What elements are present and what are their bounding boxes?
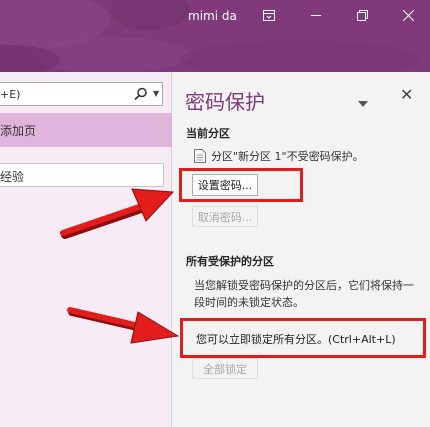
lock-now-highlight	[180, 318, 426, 358]
add-page-button[interactable]: 添加页	[0, 113, 172, 147]
search-icon[interactable]	[134, 87, 148, 104]
page-title: 经验	[0, 170, 25, 184]
page-title-field[interactable]: 经验	[0, 163, 164, 187]
ribbon-display-options-icon[interactable]	[255, 4, 283, 26]
chevron-down-icon[interactable]: ▼	[153, 89, 159, 98]
restore-icon[interactable]	[348, 4, 376, 26]
section-document-icon	[194, 149, 206, 163]
title-bar: mimi da	[0, 0, 430, 72]
current-section-status: 分区"新分区 1"不受密码保护。	[194, 148, 364, 164]
close-icon[interactable]	[394, 4, 422, 26]
current-section-status-text: 分区"新分区 1"不受密码保护。	[211, 150, 364, 163]
current-section-header: 当前分区	[186, 127, 230, 140]
user-name[interactable]: mimi da	[188, 9, 237, 23]
pane-options-icon[interactable]	[358, 92, 368, 111]
search-input[interactable]: +E) ▼	[0, 82, 163, 106]
password-protection-pane: 密码保护 ✕ 当前分区 分区"新分区 1"不受密码保护。 设置密码... 取消密…	[172, 72, 430, 427]
page-list-pane: +E) ▼ 添加页 经验	[0, 72, 172, 427]
pane-close-icon[interactable]: ✕	[400, 85, 413, 104]
minimize-icon[interactable]	[302, 4, 330, 26]
search-hint: +E)	[0, 88, 21, 101]
lock-all-button: 全部锁定	[192, 358, 258, 379]
all-protected-sections-header: 所有受保护的分区	[186, 255, 274, 268]
set-password-highlight	[179, 168, 303, 202]
lock-description: 当您解锁受密码保护的分区后，它们将保持一段时间的未锁定状态。	[194, 279, 414, 309]
add-page-label: 添加页	[0, 124, 37, 138]
remove-password-button: 取消密码...	[192, 206, 258, 227]
pane-title: 密码保护	[185, 90, 265, 114]
